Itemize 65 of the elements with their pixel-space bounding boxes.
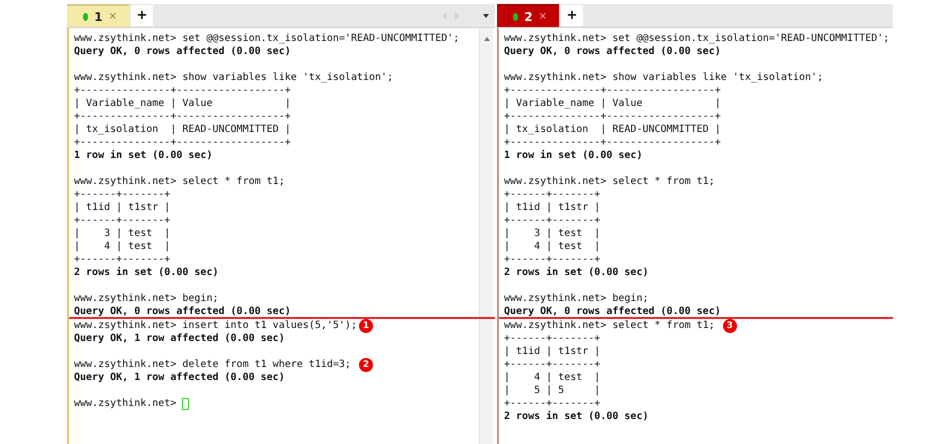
command-line: www.zsythink.net> select * from t1;	[504, 319, 716, 332]
table-line: | Variable_name | Value |	[74, 97, 291, 110]
table-line: +------+-------+	[504, 332, 600, 345]
table-line: | 3 | test |	[74, 227, 170, 240]
table-line: | 5 | 5 |	[504, 384, 600, 397]
result-line: 1 row in set (0.00 sec)	[74, 149, 212, 162]
result-line: Query OK, 1 row affected (0.00 sec)	[74, 332, 285, 345]
result-line: Query OK, 0 rows affected (0.00 sec)	[74, 305, 291, 318]
table-line: +------+-------+	[504, 397, 600, 410]
new-tab-button[interactable]: +	[131, 5, 153, 26]
table-line: +---------------+------------------+	[504, 110, 721, 123]
table-line: | 4 | test |	[74, 240, 170, 253]
table-line: +------+-------+	[504, 253, 600, 266]
status-dot-icon	[513, 12, 518, 20]
scroll-up-icon[interactable]	[484, 37, 490, 41]
command-line: www.zsythink.net> delete from t1 where t1id=3;	[74, 358, 352, 371]
table-line: | 4 | test |	[504, 240, 600, 253]
table-line: | t1id | t1str |	[74, 201, 170, 214]
scrollbar[interactable]	[479, 28, 493, 444]
table-line: | t1id | t1str |	[504, 201, 600, 214]
cursor	[182, 398, 190, 410]
result-line: Query OK, 0 rows affected (0.00 sec)	[74, 45, 291, 58]
result-line: Query OK, 0 rows affected (0.00 sec)	[504, 45, 721, 58]
step-badge: 2	[358, 358, 373, 372]
command-line: www.zsythink.net> insert into t1 values(5,'5');	[74, 319, 357, 332]
dropdown-caret-icon[interactable]	[483, 14, 489, 18]
table-line: +---------------+------------------+	[74, 84, 291, 97]
table-line: +------+-------+	[504, 188, 600, 201]
terminal-tab[interactable]: 2 ×	[497, 4, 559, 27]
close-tab-button[interactable]: ×	[538, 11, 547, 22]
terminal-tab[interactable]: 1 ×	[67, 4, 129, 27]
command-line: www.zsythink.net> show variables like 'tx_isolation';	[74, 71, 394, 84]
command-line: www.zsythink.net> begin;	[504, 292, 648, 305]
table-line: +---------------+------------------+	[74, 136, 291, 149]
table-line: | tx_isolation | READ-UNCOMMITTED |	[504, 123, 721, 136]
step-badge: 1	[358, 318, 373, 332]
result-line: Query OK, 1 row affected (0.00 sec)	[74, 371, 285, 384]
new-tab-button[interactable]: +	[561, 5, 583, 26]
command-line: www.zsythink.net> set @@session.tx_isolation='READ-UNCOMMITTED';	[74, 32, 460, 45]
command-line: www.zsythink.net> show variables like 'tx_isolation';	[504, 71, 824, 84]
command-line: www.zsythink.net> select * from t1;	[74, 175, 285, 188]
result-line: 2 rows in set (0.00 sec)	[74, 266, 218, 279]
table-line: | 3 | test |	[504, 227, 600, 240]
result-line: Query OK, 0 rows affected (0.00 sec)	[504, 305, 721, 318]
table-line: +------+-------+	[504, 214, 600, 227]
command-line: www.zsythink.net> select * from t1;	[504, 175, 715, 188]
command-line: www.zsythink.net> begin;	[74, 292, 218, 305]
table-line: +---------------+------------------+	[504, 136, 721, 149]
step-badge: 3	[722, 318, 737, 332]
table-line: | Variable_name | Value |	[504, 97, 721, 110]
prompt-line: www.zsythink.net>	[74, 397, 178, 410]
table-line: | tx_isolation | READ-UNCOMMITTED |	[74, 123, 291, 136]
table-line: +------+-------+	[74, 188, 170, 201]
result-line: 2 rows in set (0.00 sec)	[504, 410, 648, 423]
command-line: www.zsythink.net> set @@session.tx_isolation='READ-UNCOMMITTED';	[504, 32, 890, 45]
status-dot-icon	[83, 12, 88, 20]
table-line: +------+-------+	[74, 253, 170, 266]
table-line: +---------------+------------------+	[74, 110, 291, 123]
result-line: 1 row in set (0.00 sec)	[504, 149, 642, 162]
table-line: | t1id | t1str |	[504, 345, 600, 358]
table-line: +---------------+------------------+	[504, 84, 721, 97]
result-line: 2 rows in set (0.00 sec)	[504, 266, 648, 279]
table-line: +------+-------+	[504, 358, 600, 371]
table-line: | 4 | test |	[504, 371, 600, 384]
table-line: +------+-------+	[74, 214, 170, 227]
